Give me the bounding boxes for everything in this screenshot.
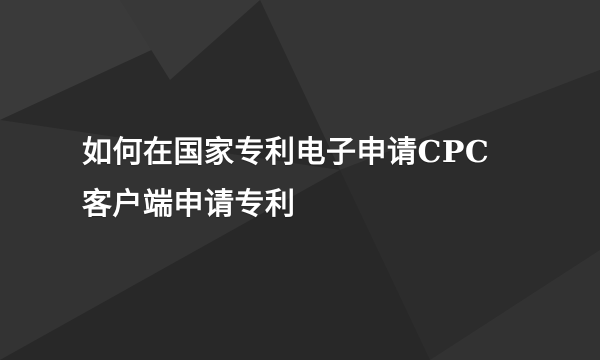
- question-title: 如何在国家专利电子申请CPC 客户端申请专利: [82, 127, 582, 231]
- title-line-1: 如何在国家专利电子申请CPC: [82, 135, 490, 170]
- title-line-2: 客户端申请专利: [82, 187, 296, 222]
- question-cover-image: 如何在国家专利电子申请CPC 客户端申请专利: [0, 0, 600, 360]
